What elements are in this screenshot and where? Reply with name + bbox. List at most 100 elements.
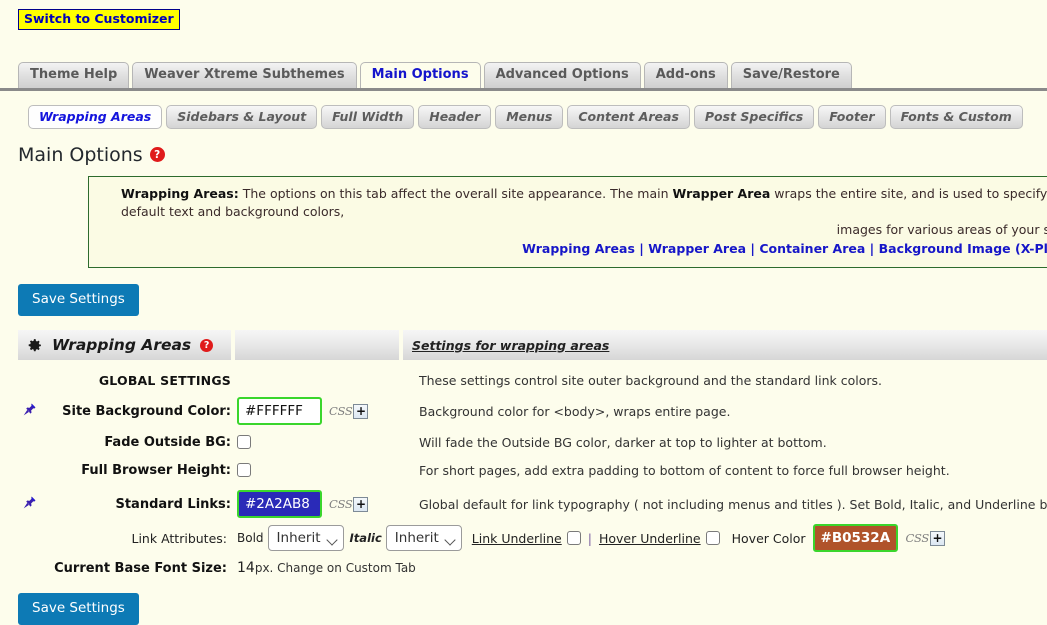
subtab-post-specifics[interactable]: Post Specifics xyxy=(693,104,815,129)
subtab-header[interactable]: Header xyxy=(418,104,492,129)
plus-icon: + xyxy=(929,530,945,546)
italic-select-wrapper: Inherit xyxy=(385,525,462,552)
sub-tab-list: Wrapping Areas Sidebars & Layout Full Wi… xyxy=(28,104,1047,129)
hover-color-css-button[interactable]: CSS + xyxy=(905,530,945,546)
gear-icon xyxy=(26,337,43,354)
section-help-icon[interactable]: ? xyxy=(200,338,214,352)
standard-links-pin-cell xyxy=(18,495,40,514)
pin-icon[interactable] xyxy=(22,495,37,510)
pin-icon[interactable] xyxy=(22,402,37,417)
tab-theme-help[interactable]: Theme Help xyxy=(18,61,130,88)
subtab-fonts-custom[interactable]: Fonts & Custom xyxy=(889,104,1023,129)
fade-outside-bg-label: Fade Outside BG: xyxy=(104,434,231,450)
info-box-prefix: Wrapping Areas: xyxy=(121,185,239,201)
site-background-color-input[interactable] xyxy=(237,397,322,426)
full-browser-height-description: For short pages, add extra padding to bo… xyxy=(419,462,950,478)
bold-select-wrapper: Inherit xyxy=(267,525,344,552)
page-title: Main Options ? xyxy=(18,144,1047,166)
row-full-browser-height: Full Browser Height: For short pages, ad… xyxy=(18,459,1047,481)
fade-outside-bg-control xyxy=(237,435,410,450)
subtab-sidebars-layout[interactable]: Sidebars & Layout xyxy=(166,104,318,129)
plus-icon: + xyxy=(353,403,369,419)
tab-weaver-xtreme-subthemes[interactable]: Weaver Xtreme Subthemes xyxy=(132,61,357,88)
subtab-menus[interactable]: Menus xyxy=(495,104,564,129)
link-underline-checkbox[interactable] xyxy=(566,531,581,546)
row-site-background-color: Site Background Color: CSS + Background … xyxy=(18,397,1047,426)
link-separator-2: | xyxy=(750,241,755,257)
standard-links-description: Global default for link typography ( not… xyxy=(419,496,1047,512)
standard-links-css-button[interactable]: CSS + xyxy=(329,496,369,512)
hover-underline-label[interactable]: Hover Underline xyxy=(599,531,701,546)
info-box-bold-term: Wrapper Area xyxy=(672,185,771,201)
link-background-image-xplus[interactable]: Background Image (X-Plus) xyxy=(879,241,1047,256)
bold-select[interactable]: Inherit xyxy=(267,525,344,552)
page-title-text: Main Options xyxy=(18,143,143,166)
fade-outside-bg-checkbox[interactable] xyxy=(237,435,251,450)
tab-advanced-options[interactable]: Advanced Options xyxy=(483,61,641,88)
full-browser-height-checkbox[interactable] xyxy=(237,463,251,478)
link-attributes-label: Link Attributes: xyxy=(131,530,228,546)
main-tab-bar: Theme Help Weaver Xtreme Subthemes Main … xyxy=(0,61,1047,91)
section-title: Wrapping Areas xyxy=(52,336,192,355)
tab-add-ons[interactable]: Add-ons xyxy=(643,61,728,88)
subtab-wrapping-areas[interactable]: Wrapping Areas xyxy=(28,104,163,129)
tab-save-restore[interactable]: Save/Restore xyxy=(730,61,852,88)
italic-label: Italic xyxy=(349,531,382,546)
row-fade-outside-bg: Fade Outside BG: Will fade the Outside B… xyxy=(18,431,1047,453)
settings-grid: GLOBAL SETTINGS These settings control s… xyxy=(18,360,1047,576)
info-box-links: Wrapping Areas | Wrapper Area | Containe… xyxy=(121,240,1047,258)
subtab-content-areas[interactable]: Content Areas xyxy=(567,104,690,129)
section-header-middle-cell xyxy=(235,330,399,361)
customizer-bar: Switch to Customizer xyxy=(0,0,1047,30)
subtab-footer[interactable]: Footer xyxy=(818,104,886,129)
main-tab-list: Theme Help Weaver Xtreme Subthemes Main … xyxy=(18,61,1047,88)
standard-links-control: CSS + xyxy=(237,490,410,519)
fade-outside-bg-description: Will fade the Outside BG color, darker a… xyxy=(419,434,827,450)
section-header-right-cell: Settings for wrapping areas xyxy=(403,330,1047,361)
link-separator-1: | xyxy=(639,241,644,257)
save-settings-button-top[interactable]: Save Settings xyxy=(18,284,139,317)
global-settings-row: GLOBAL SETTINGS These settings control s… xyxy=(18,369,1047,391)
css-label: CSS xyxy=(329,497,353,512)
site-background-color-description: Background color for <body>, wraps entir… xyxy=(419,403,731,419)
global-settings-label: GLOBAL SETTINGS xyxy=(98,372,231,388)
hover-color-label: Hover Color xyxy=(731,530,806,546)
save-settings-button-bottom[interactable]: Save Settings xyxy=(18,593,139,625)
row-standard-links: Standard Links: CSS + Global default for… xyxy=(18,490,1047,519)
link-wrapping-areas[interactable]: Wrapping Areas xyxy=(522,241,635,256)
link-wrapper-area[interactable]: Wrapper Area xyxy=(648,241,746,256)
section-header: Wrapping Areas ? Settings for wrapping a… xyxy=(18,330,1047,361)
standard-links-label: Standard Links: xyxy=(115,496,231,512)
css-label: CSS xyxy=(329,404,353,419)
subtab-full-width[interactable]: Full Width xyxy=(321,104,415,129)
css-label: CSS xyxy=(905,531,930,546)
switch-to-customizer-button[interactable]: Switch to Customizer xyxy=(18,9,180,30)
hover-underline-checkbox[interactable] xyxy=(705,531,720,546)
full-browser-height-label: Full Browser Height: xyxy=(81,462,231,478)
current-base-font-size-label: Current Base Font Size: xyxy=(54,561,227,577)
tab-main-options[interactable]: Main Options xyxy=(359,61,481,88)
site-background-color-control: CSS + xyxy=(237,397,410,426)
current-base-font-size-value: 14 xyxy=(237,560,255,577)
hover-color-input[interactable] xyxy=(812,524,898,553)
italic-select[interactable]: Inherit xyxy=(385,525,462,552)
attributes-separator: | xyxy=(587,530,592,546)
link-underline-label[interactable]: Link Underline xyxy=(472,531,562,546)
full-browser-height-control xyxy=(237,463,410,478)
help-icon[interactable]: ? xyxy=(149,147,165,163)
bold-label: Bold xyxy=(237,531,264,546)
standard-links-color-input[interactable] xyxy=(237,490,322,519)
site-background-color-label: Site Background Color: xyxy=(62,403,231,419)
info-box: Wrapping Areas: The options on this tab … xyxy=(88,175,1047,269)
section-header-title-cell: Wrapping Areas ? xyxy=(18,330,231,361)
sub-tab-bar: Wrapping Areas Sidebars & Layout Full Wi… xyxy=(0,104,1047,130)
link-container-area[interactable]: Container Area xyxy=(759,241,865,256)
info-box-line-2: images for various areas of your site. xyxy=(836,222,1047,237)
row-link-attributes: Link Attributes: Bold Inherit Italic Inh… xyxy=(18,524,1047,553)
site-background-css-button[interactable]: CSS + xyxy=(329,403,369,419)
global-settings-description: These settings control site outer backgr… xyxy=(419,372,883,388)
info-box-text-a: The options on this tab affect the overa… xyxy=(238,185,673,201)
plus-icon: + xyxy=(353,496,369,512)
settings-for-wrapping-areas-link[interactable]: Settings for wrapping areas xyxy=(412,338,609,353)
info-box-line-1: Wrapping Areas: The options on this tab … xyxy=(121,185,1047,221)
